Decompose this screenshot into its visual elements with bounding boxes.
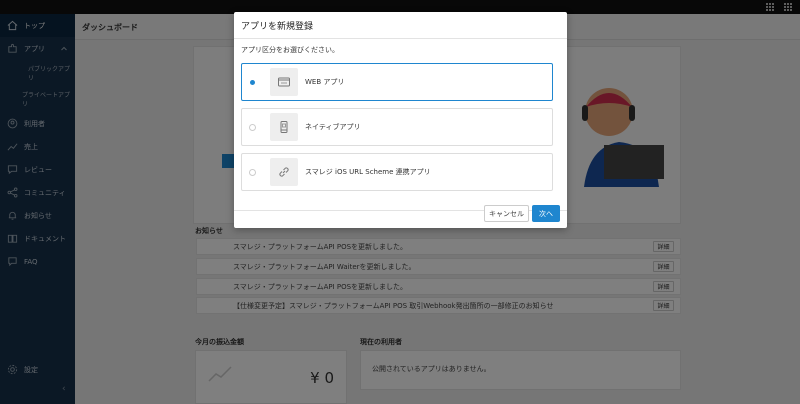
radio-button[interactable] xyxy=(249,168,256,176)
radio-button[interactable] xyxy=(249,123,256,131)
app-type-option-web[interactable]: WEB アプリ xyxy=(241,63,553,101)
radio-button[interactable] xyxy=(249,78,256,86)
browser-window-icon xyxy=(270,68,298,96)
modal-title: アプリを新規登録 xyxy=(241,22,314,32)
app-type-option-native[interactable]: ネイティブアプリ xyxy=(241,108,553,146)
cancel-button[interactable]: キャンセル xyxy=(484,205,529,222)
app-type-label: スマレジ iOS URL Scheme 連携アプリ xyxy=(305,168,431,176)
divider xyxy=(234,38,567,39)
smartphone-icon xyxy=(270,113,298,141)
link-icon xyxy=(270,158,298,186)
modal-subtitle: アプリ区分をお選びください。 xyxy=(241,46,339,54)
new-app-modal: アプリを新規登録 アプリ区分をお選びください。 WEB アプリ ネイティブアプリ… xyxy=(234,12,567,228)
app-type-label: WEB アプリ xyxy=(305,78,345,86)
app-type-label: ネイティブアプリ xyxy=(305,123,361,131)
next-button[interactable]: 次へ xyxy=(532,205,560,222)
app-type-option-url-scheme[interactable]: スマレジ iOS URL Scheme 連携アプリ xyxy=(241,153,553,191)
